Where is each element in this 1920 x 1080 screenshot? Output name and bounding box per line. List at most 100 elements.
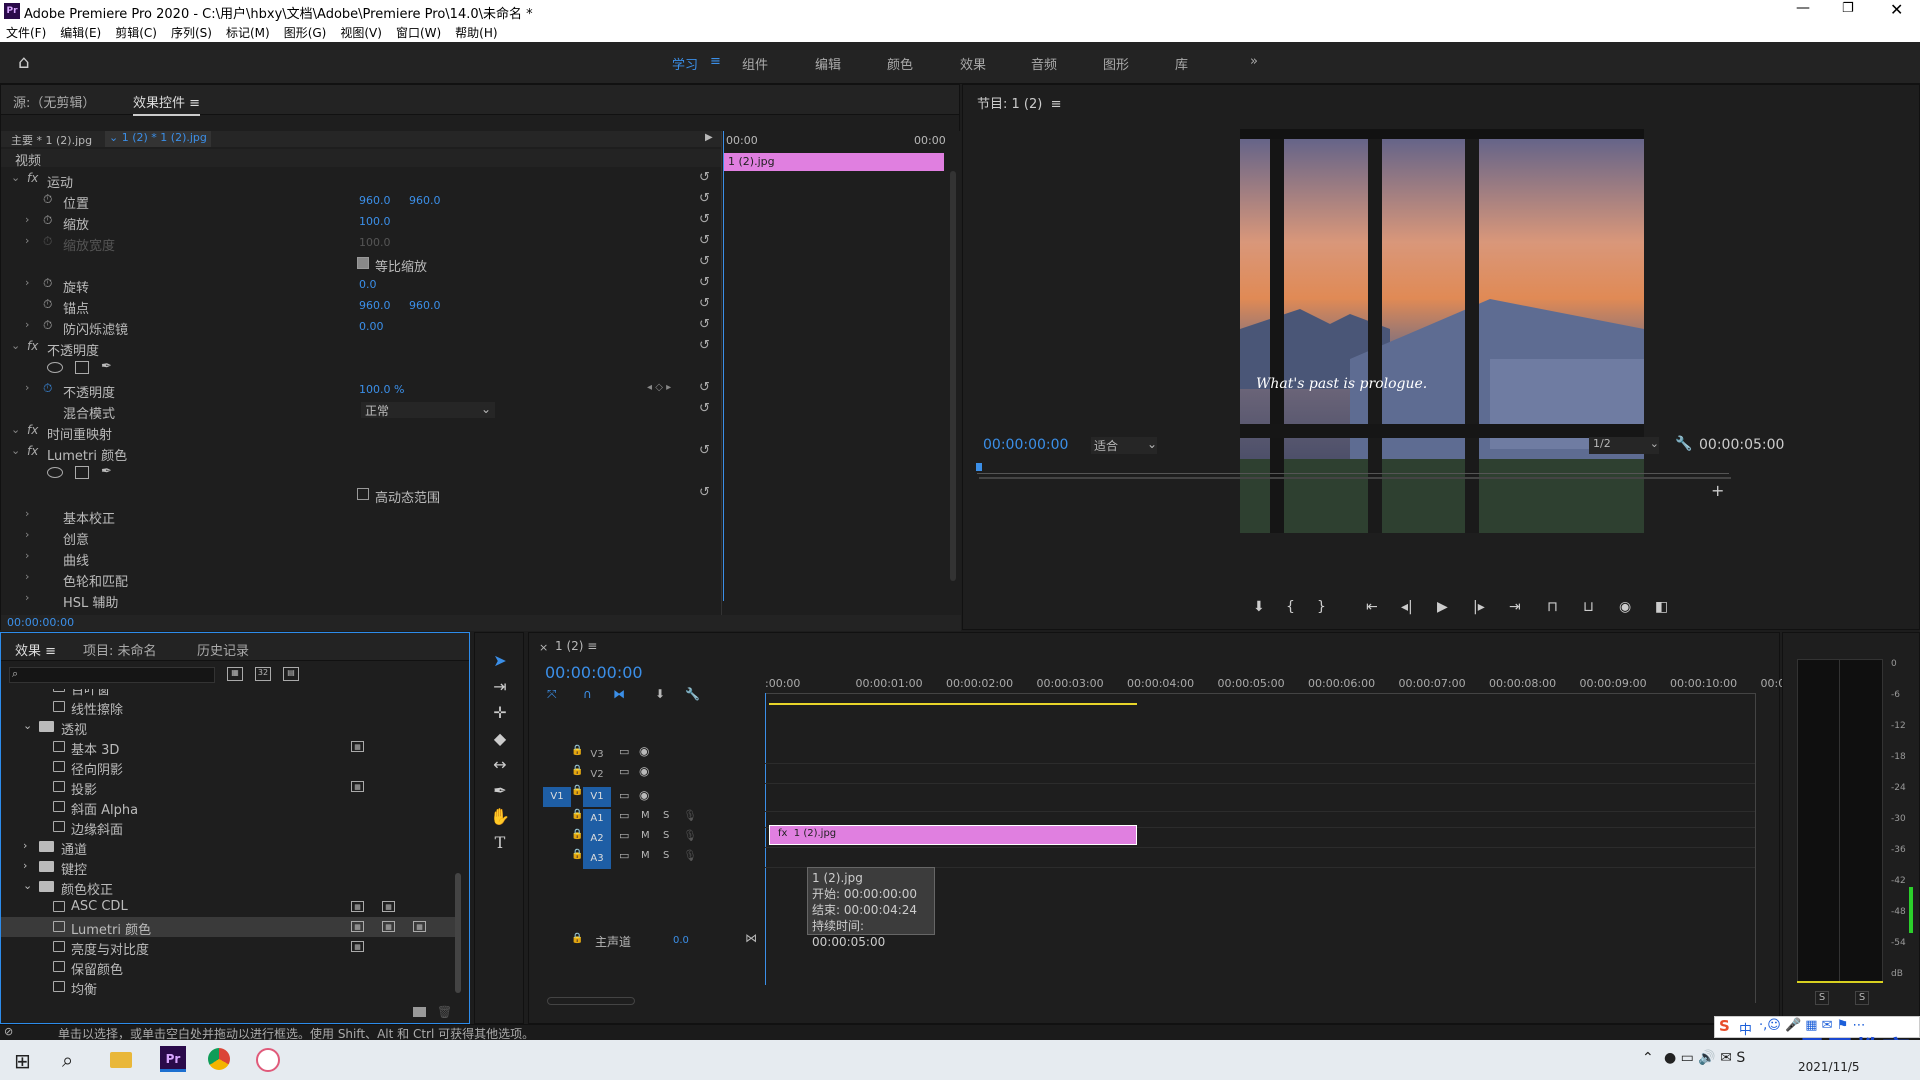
timeline-close-icon[interactable]: × <box>539 641 548 654</box>
folder-chevron-icon[interactable]: ⌄ <box>23 879 32 892</box>
minimize-button[interactable]: — <box>1796 0 1810 16</box>
effects-item[interactable]: 保留颜色 <box>1 957 461 978</box>
effect-prop-row[interactable]: › HSL 辅助 <box>1 589 721 611</box>
keyframe-nav-icon[interactable]: ◂ ◇ ▸ <box>647 382 671 393</box>
tab-project[interactable]: 项目: 未命名 <box>83 640 157 659</box>
search-icon[interactable]: ⌕ <box>62 1048 73 1072</box>
eye-icon[interactable]: ◉ <box>639 744 649 758</box>
rect-mask-icon[interactable] <box>75 466 89 479</box>
program-playhead[interactable] <box>976 463 982 471</box>
timeline-hscroll[interactable] <box>547 997 635 1005</box>
effect-controls-timecode[interactable]: 00:00:00:00 <box>7 616 74 629</box>
effects-item[interactable]: 斜面 Alpha <box>1 797 461 818</box>
reset-icon[interactable]: ↺ <box>699 275 710 290</box>
effect-prop-row[interactable]: ⌄ fx 运动 ↺ <box>1 169 721 191</box>
menu-item-8[interactable]: 帮助(H) <box>455 24 497 41</box>
reset-icon[interactable]: ↺ <box>699 254 710 269</box>
ellipse-mask-icon[interactable] <box>47 362 63 373</box>
stopwatch-icon[interactable]: ⏱ <box>43 192 52 207</box>
resolution-dropdown[interactable]: 1/2 ⌄ <box>1589 437 1659 454</box>
expand-chevron-icon[interactable]: › <box>25 276 29 289</box>
program-timecode[interactable]: 00:00:00:00 <box>983 437 1068 453</box>
prop-value[interactable]: 0.0 <box>359 278 377 291</box>
chrome-icon[interactable] <box>208 1048 230 1070</box>
pen-mask-icon[interactable]: ✒ <box>101 359 112 374</box>
reset-icon[interactable]: ↺ <box>699 443 710 458</box>
toggle-sync-lock-icon[interactable]: ▭ <box>619 765 629 778</box>
effect-prop-row[interactable]: › 色轮和匹配 <box>1 568 721 590</box>
reset-icon[interactable]: ↺ <box>699 317 710 332</box>
reset-icon[interactable]: ↺ <box>699 170 710 185</box>
type-tool-icon[interactable]: T <box>488 833 512 855</box>
folder-chevron-icon[interactable]: › <box>23 859 27 872</box>
menu-item-7[interactable]: 窗口(W) <box>396 24 441 41</box>
reset-icon[interactable]: ↺ <box>699 380 710 395</box>
32bit-filter-icon[interactable]: 32 <box>255 667 271 681</box>
solo-button[interactable]: S <box>663 810 669 821</box>
voiceover-mic-icon[interactable]: 🎙 <box>683 809 697 822</box>
fx-badge-icon[interactable]: fx <box>27 444 38 458</box>
new-bin-icon[interactable] <box>413 1007 426 1017</box>
stopwatch-icon[interactable]: ⏱ <box>43 318 52 333</box>
tab-effect-controls[interactable]: 效果控件 ≡ <box>133 92 201 116</box>
track-lock-icon[interactable]: 🔒 <box>571 849 583 860</box>
slip-tool-icon[interactable]: ↔ <box>488 755 512 777</box>
lift-icon[interactable]: ⊓ <box>1547 599 1558 615</box>
play-icon[interactable]: ▶ <box>1437 599 1448 615</box>
effect-prop-row[interactable]: ⌄ fx Lumetri 颜色 ↺ <box>1 442 721 464</box>
track-target-a1[interactable]: A1 <box>583 809 611 829</box>
reset-icon[interactable]: ↺ <box>699 401 710 416</box>
expand-chevron-icon[interactable]: › <box>25 570 29 583</box>
fx-badge-icon[interactable]: fx <box>27 171 38 185</box>
razor-tool-icon[interactable]: ◆ <box>488 729 512 751</box>
effects-item[interactable]: 径向阴影 <box>1 757 461 778</box>
timeline-tab[interactable]: 1 (2) ≡ <box>555 639 597 653</box>
effects-item[interactable]: 边缘斜面 <box>1 817 461 838</box>
track-target-a3[interactable]: A3 <box>583 849 611 869</box>
tab-history[interactable]: 历史记录 <box>197 640 249 659</box>
expand-chevron-icon[interactable]: › <box>25 528 29 541</box>
step-forward-icon[interactable]: |▸ <box>1473 599 1485 615</box>
step-back-icon[interactable]: ◂| <box>1401 599 1413 615</box>
yuv-filter-icon[interactable]: ▤ <box>283 667 299 681</box>
effects-folder[interactable]: › 键控 <box>1 857 461 878</box>
effects-item[interactable]: 投影 ▦ <box>1 777 461 798</box>
menu-item-6[interactable]: 视图(V) <box>340 24 382 41</box>
prop-value-2[interactable]: 960.0 <box>409 194 441 207</box>
effects-item[interactable]: 亮度与对比度 ▦ <box>1 937 461 958</box>
pen-mask-icon[interactable]: ✒ <box>101 464 112 479</box>
mini-clip-bar[interactable]: 1 (2).jpg <box>724 153 944 171</box>
prop-value[interactable]: 100.0 % <box>359 383 404 396</box>
track-target-a2[interactable]: A2 <box>583 829 611 849</box>
solo-right-button[interactable]: S <box>1855 991 1869 1005</box>
maximize-button[interactable]: ❐ <box>1842 1 1854 16</box>
sync-lock-icon[interactable]: ▭ <box>619 809 629 822</box>
effect-prop-row[interactable]: › 基本校正 <box>1 505 721 527</box>
paint-app-icon[interactable] <box>256 1048 280 1072</box>
effects-item[interactable]: Lumetri 颜色 ▦ ▦ ▦ <box>1 917 461 938</box>
timeline-vscroll[interactable] <box>1755 693 1756 1003</box>
home-icon[interactable]: ⌂ <box>18 52 29 73</box>
toggle-sync-lock-icon[interactable]: ▭ <box>619 745 629 758</box>
effect-prop-row[interactable]: 高动态范围 ↺ <box>1 484 721 506</box>
reset-icon[interactable]: ↺ <box>699 191 710 206</box>
solo-button[interactable]: S <box>663 830 669 841</box>
mute-button[interactable]: M <box>641 830 650 841</box>
play-clip-icon[interactable]: ▶ <box>705 132 713 143</box>
close-button[interactable]: ✕ <box>1890 0 1903 19</box>
effects-item[interactable]: ASC CDL ▦ ▦ <box>1 897 461 917</box>
mark-in-icon[interactable]: { <box>1286 599 1295 615</box>
effects-item[interactable]: 百叶窗 <box>1 689 461 698</box>
track-target-v1[interactable]: V1 <box>583 787 611 807</box>
work-area-bar[interactable] <box>769 703 1137 705</box>
rect-mask-icon[interactable] <box>75 361 89 374</box>
pen-tool-icon[interactable]: ✒ <box>488 781 512 803</box>
menu-item-4[interactable]: 标记(M) <box>226 24 270 41</box>
mute-button[interactable]: M <box>641 850 650 861</box>
prop-value[interactable]: 960.0 <box>359 299 391 312</box>
effects-folder[interactable]: ⌄ 颜色校正 <box>1 877 461 898</box>
nest-icon[interactable]: ⤧ <box>547 687 557 702</box>
stopwatch-icon[interactable]: ⏱ <box>43 213 52 228</box>
reset-icon[interactable]: ↺ <box>699 212 710 227</box>
effect-prop-row[interactable]: ⏱ 锚点 960.0 960.0 ↺ <box>1 295 721 317</box>
